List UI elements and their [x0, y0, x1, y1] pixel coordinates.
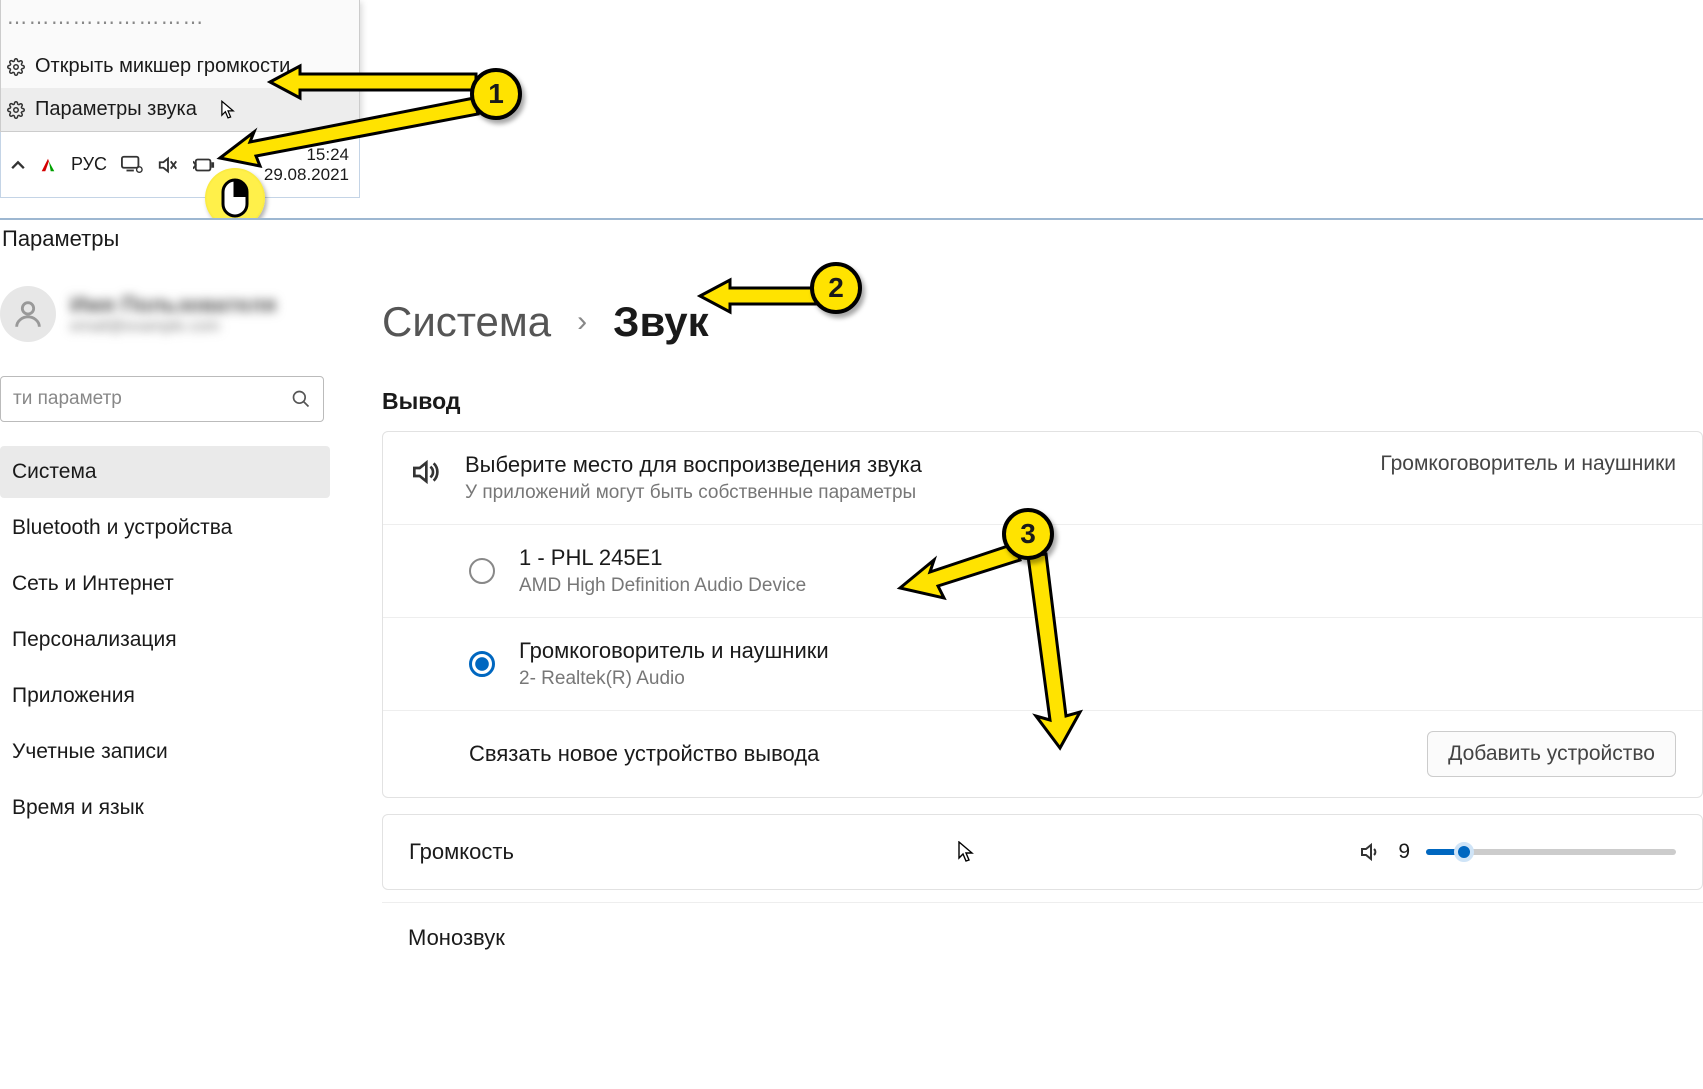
- annotation-arrow-3a: [900, 540, 1020, 600]
- mono-label: Монозвук: [408, 925, 505, 950]
- breadcrumb: Система › Звук: [382, 298, 1703, 346]
- choose-output-sub: У приложений могут быть собственные пара…: [465, 482, 922, 504]
- volume-panel: Громкость 9: [382, 814, 1703, 890]
- sidebar-item-apps[interactable]: Приложения: [0, 670, 330, 722]
- chevron-up-icon[interactable]: [11, 160, 25, 169]
- sidebar-item-label: Сеть и Интернет: [12, 572, 174, 595]
- pair-device-label: Связать новое устройство вывода: [469, 741, 819, 767]
- volume-label: Громкость: [409, 839, 514, 865]
- search-input[interactable]: ти параметр: [0, 376, 324, 422]
- radio-checked[interactable]: [469, 651, 495, 677]
- device-sub: AMD High Definition Audio Device: [519, 575, 806, 597]
- sidebar-item-system[interactable]: Система: [0, 446, 330, 498]
- avatar: [0, 286, 56, 342]
- sidebar-item-bluetooth[interactable]: Bluetooth и устройства: [0, 502, 330, 554]
- annotation-arrow-1b: [220, 92, 480, 172]
- add-device-button[interactable]: Добавить устройство: [1427, 731, 1676, 777]
- sidebar-item-accounts[interactable]: Учетные записи: [0, 726, 330, 778]
- annotation-badge-3: 3: [1002, 508, 1054, 560]
- output-heading: Вывод: [382, 388, 1703, 415]
- sidebar-item-label: Учетные записи: [12, 740, 168, 763]
- profile-name: Имя Пользователя: [70, 292, 276, 318]
- main-content: Система › Звук Вывод Выберите место для …: [330, 258, 1703, 1087]
- device-name: Громкоговоритель и наушники: [519, 638, 829, 664]
- volume-slider[interactable]: [1426, 849, 1676, 855]
- gear-icon: [7, 58, 25, 76]
- choose-output-row[interactable]: Выберите место для воспроизведения звука…: [383, 432, 1702, 525]
- volume-value: 9: [1398, 840, 1410, 864]
- dotted-truncation: ⋯⋯⋯⋯⋯⋯⋯⋯⋯: [7, 10, 205, 35]
- speaker-low-icon[interactable]: [1358, 840, 1382, 864]
- chevron-right-icon: ›: [577, 305, 587, 339]
- device-name: 1 - PHL 245E1: [519, 545, 806, 571]
- sidebar-item-label: Bluetooth и устройства: [12, 516, 232, 539]
- sidebar-item-time-language[interactable]: Время и язык: [0, 782, 330, 834]
- annotation-arrow-2: [700, 276, 820, 316]
- radio-unchecked[interactable]: [469, 558, 495, 584]
- device-sub: 2- Realtek(R) Audio: [519, 668, 829, 690]
- app-title: Параметры: [0, 220, 1703, 258]
- gear-icon: [7, 101, 25, 119]
- battery-charging-icon[interactable]: [193, 157, 215, 173]
- breadcrumb-sound: Звук: [613, 298, 708, 346]
- annotation-badge-2: 2: [810, 262, 862, 314]
- mono-sound-row[interactable]: Монозвук: [382, 902, 1703, 973]
- ctx-label: Параметры звука: [35, 98, 197, 121]
- monitor-icon[interactable]: [121, 155, 143, 175]
- speaker-icon: [409, 456, 441, 488]
- breadcrumb-system[interactable]: Система: [382, 298, 551, 346]
- sidebar-item-label: Приложения: [12, 684, 135, 707]
- search-placeholder: ти параметр: [13, 388, 122, 410]
- sidebar-item-network[interactable]: Сеть и Интернет: [0, 558, 330, 610]
- annotation-badge-1: 1: [470, 68, 522, 120]
- btn-label: Добавить устройство: [1448, 742, 1655, 765]
- slider-thumb[interactable]: [1454, 842, 1474, 862]
- sidebar-item-personalization[interactable]: Персонализация: [0, 614, 330, 666]
- ctx-label: Открыть микшер громкости: [35, 55, 290, 78]
- profile-block[interactable]: Имя Пользователя email@example.com: [0, 286, 330, 370]
- sidebar: Имя Пользователя email@example.com ти па…: [0, 258, 330, 1087]
- cursor-arrow-icon: [958, 841, 974, 863]
- ctx-item-troubleshoot[interactable]: ⋯⋯⋯⋯⋯⋯⋯⋯⋯: [1, 0, 359, 45]
- choose-output-title: Выберите место для воспроизведения звука: [465, 452, 922, 478]
- sidebar-item-label: Время и язык: [12, 796, 144, 819]
- current-output-label: Громкоговоритель и наушники: [1380, 452, 1676, 476]
- tray-app-icon[interactable]: [39, 156, 57, 174]
- sidebar-item-label: Система: [12, 460, 97, 483]
- search-icon: [291, 389, 311, 409]
- annotation-arrow-3b: [1020, 552, 1100, 752]
- profile-email: email@example.com: [70, 318, 276, 336]
- language-indicator[interactable]: РУС: [71, 154, 107, 175]
- sidebar-item-label: Персонализация: [12, 628, 177, 651]
- sound-muted-icon[interactable]: [157, 155, 179, 175]
